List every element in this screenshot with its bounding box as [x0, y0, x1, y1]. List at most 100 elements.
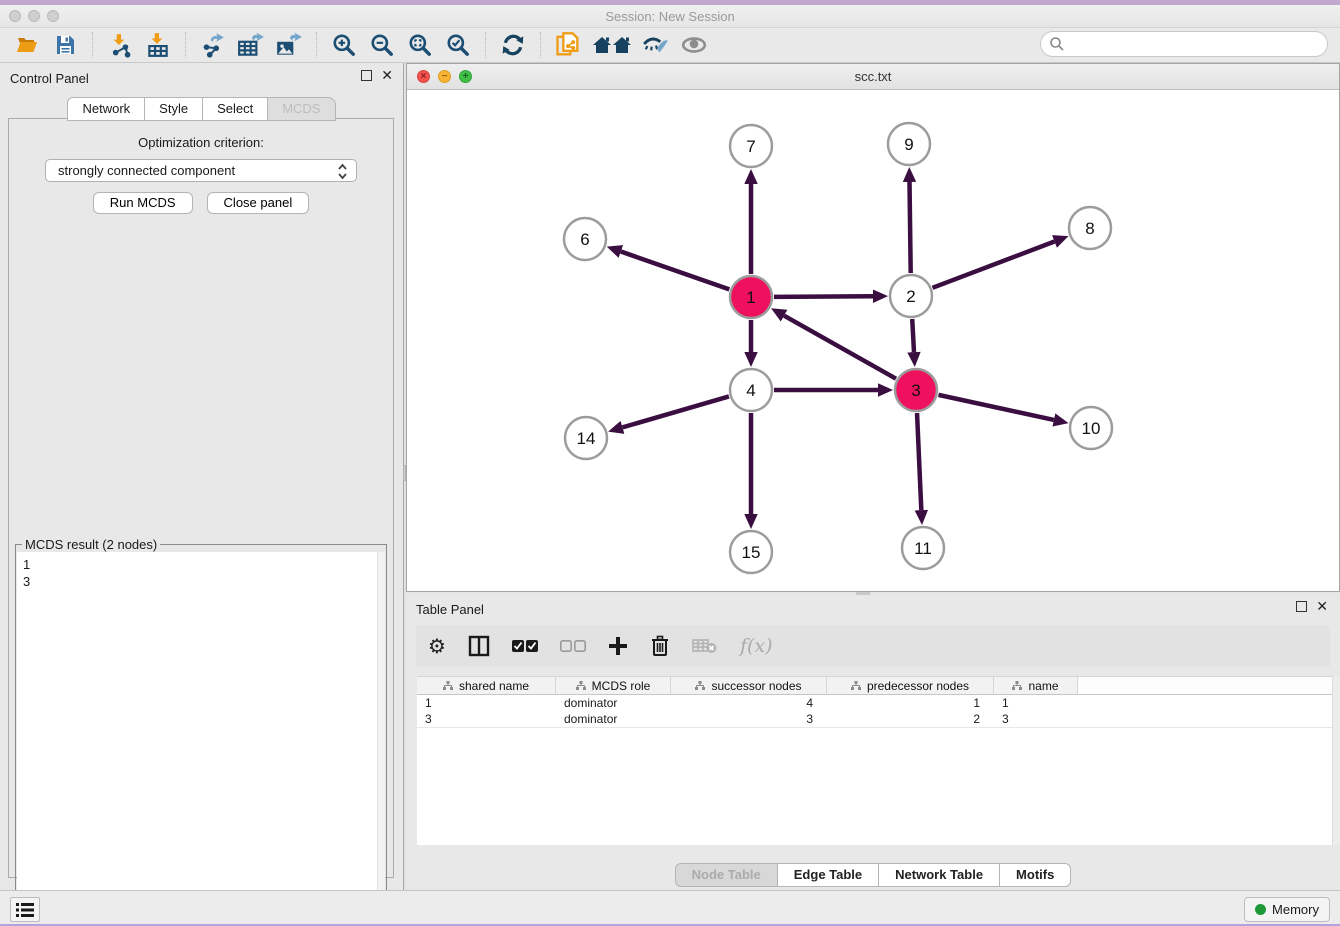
control-panel-title: Control Panel: [10, 71, 89, 86]
edge-4-14[interactable]: [622, 396, 728, 427]
edge-3-1[interactable]: [784, 316, 896, 379]
delete-column-icon[interactable]: [650, 634, 670, 658]
memory-label: Memory: [1272, 902, 1319, 917]
edge-2-3[interactable]: [912, 319, 914, 352]
add-column-icon[interactable]: [608, 634, 628, 658]
table-row[interactable]: 1dominator411: [417, 695, 1332, 711]
table-empty-area: [417, 728, 1332, 845]
gear-icon[interactable]: ⚙: [428, 634, 446, 658]
column-header-name[interactable]: name: [994, 676, 1078, 695]
close-table-panel-icon[interactable]: ✕: [1316, 601, 1328, 612]
search-input[interactable]: [1040, 31, 1328, 57]
node-label: 7: [746, 137, 755, 156]
table-toolbar: ⚙ f(x): [416, 625, 1330, 667]
open-file-icon[interactable]: [12, 31, 42, 59]
edge-2-8[interactable]: [933, 241, 1055, 287]
deselect-all-columns-icon[interactable]: [560, 634, 586, 658]
node-table[interactable]: shared name MCDS role successor nodes pr…: [417, 676, 1332, 727]
network-window-titlebar[interactable]: × − + scc.txt: [407, 64, 1339, 90]
zoom-out-icon[interactable]: [367, 31, 397, 59]
table-row[interactable]: 3dominator323: [417, 711, 1332, 727]
save-session-icon[interactable]: [50, 31, 80, 59]
sort-hierarchy-icon: [576, 681, 586, 690]
network-canvas[interactable]: 7968124314101511: [407, 90, 1339, 591]
edge-1-2[interactable]: [774, 296, 873, 297]
column-header-successor-nodes[interactable]: successor nodes: [671, 676, 827, 695]
network-view-window: × − + scc.txt 7968124314101511: [406, 63, 1340, 592]
node-label: 11: [914, 539, 932, 558]
tab-mcds[interactable]: MCDS: [268, 97, 335, 121]
minimize-network-icon[interactable]: −: [438, 70, 451, 83]
tab-network[interactable]: Network: [67, 97, 145, 121]
float-panel-icon[interactable]: [361, 70, 372, 81]
column-header-shared-name[interactable]: shared name: [417, 676, 556, 695]
select-all-columns-icon[interactable]: [512, 634, 538, 658]
table-cell[interactable]: 1: [827, 695, 994, 711]
app-titlebar: Session: New Session: [0, 5, 1340, 28]
split-columns-icon[interactable]: [468, 634, 490, 658]
refresh-layout-icon[interactable]: [498, 31, 528, 59]
result-line: 1: [23, 556, 372, 573]
tab-style[interactable]: Style: [145, 97, 203, 121]
sort-hierarchy-icon: [443, 681, 453, 690]
close-panel-button[interactable]: Close panel: [207, 192, 310, 214]
close-window-icon[interactable]: [9, 10, 21, 22]
zoom-selected-icon[interactable]: [443, 31, 473, 59]
mcds-result-title: MCDS result (2 nodes): [22, 537, 160, 552]
table-cell[interactable]: 2: [827, 711, 994, 727]
table-cell[interactable]: dominator: [556, 711, 671, 727]
zoom-fit-icon[interactable]: [405, 31, 435, 59]
table-scrollbar[interactable]: [1332, 676, 1340, 845]
export-table-icon[interactable]: [236, 31, 266, 59]
run-mcds-button[interactable]: Run MCDS: [93, 192, 193, 214]
table-cell[interactable]: 4: [671, 695, 827, 711]
export-image-icon[interactable]: [274, 31, 304, 59]
table-cell[interactable]: dominator: [556, 695, 671, 711]
close-network-icon[interactable]: ×: [417, 70, 430, 83]
tab-edge-table[interactable]: Edge Table: [778, 863, 879, 887]
header-filler: [1078, 676, 1332, 695]
maximize-network-icon[interactable]: +: [459, 70, 472, 83]
control-panel-header: Control Panel ✕: [0, 63, 403, 91]
optimization-criterion-label: Optimization criterion:: [9, 135, 393, 150]
node-label: 8: [1085, 219, 1094, 238]
minimize-window-icon[interactable]: [28, 10, 40, 22]
select-stepper-icon: [336, 162, 349, 180]
edge-3-11[interactable]: [917, 413, 921, 510]
import-network-icon[interactable]: [105, 31, 135, 59]
import-table-icon[interactable]: [143, 31, 173, 59]
tab-node-table[interactable]: Node Table: [675, 863, 778, 887]
export-network-icon[interactable]: [198, 31, 228, 59]
hide-graphics-details-icon[interactable]: [641, 31, 671, 59]
edge-2-9[interactable]: [910, 182, 911, 273]
zoom-window-icon[interactable]: [47, 10, 59, 22]
tab-select[interactable]: Select: [203, 97, 268, 121]
close-panel-icon[interactable]: ✕: [381, 70, 393, 81]
node-label: 1: [746, 288, 755, 307]
column-header-MCDS-role[interactable]: MCDS role: [556, 676, 671, 695]
table-cell[interactable]: 3: [994, 711, 1078, 727]
table-cell[interactable]: 3: [417, 711, 556, 727]
show-graphics-details-icon[interactable]: [679, 31, 709, 59]
table-panel-title: Table Panel: [416, 602, 484, 617]
node-label: 9: [904, 135, 913, 154]
edge-1-6[interactable]: [621, 252, 729, 290]
optimization-criterion-select[interactable]: strongly connected component: [45, 159, 357, 182]
table-cell[interactable]: 1: [417, 695, 556, 711]
edge-3-10[interactable]: [938, 395, 1053, 420]
column-header-predecessor-nodes[interactable]: predecessor nodes: [827, 676, 994, 695]
memory-button[interactable]: Memory: [1244, 897, 1330, 922]
table-cell[interactable]: 1: [994, 695, 1078, 711]
task-history-button[interactable]: [10, 897, 40, 922]
show-all-networks-icon[interactable]: [591, 31, 633, 59]
node-label: 2: [906, 287, 915, 306]
zoom-in-icon[interactable]: [329, 31, 359, 59]
tab-network-table[interactable]: Network Table: [879, 863, 1000, 887]
mcds-result-text[interactable]: 13: [17, 552, 378, 921]
tab-motifs[interactable]: Motifs: [1000, 863, 1071, 887]
network-graph[interactable]: 7968124314101511: [407, 90, 1339, 591]
table-cell[interactable]: 3: [671, 711, 827, 727]
result-scrollbar[interactable]: [377, 552, 385, 921]
float-table-panel-icon[interactable]: [1296, 601, 1307, 612]
clone-network-icon[interactable]: [553, 31, 583, 59]
